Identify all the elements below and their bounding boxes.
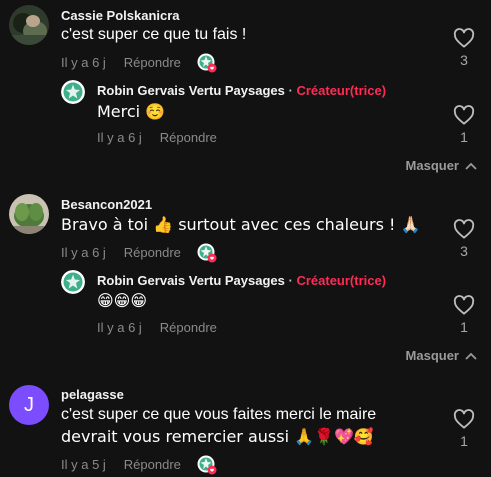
comment-time: Il y a 5 j — [61, 456, 106, 472]
heart-outline-icon — [453, 219, 475, 239]
reply-button[interactable]: Répondre — [124, 457, 181, 472]
like-button[interactable]: 1 — [451, 409, 477, 449]
reply-button[interactable]: Répondre — [160, 320, 217, 335]
reply-username-line: Robin Gervais Vertu Paysages · Créateur(… — [97, 83, 386, 98]
comment-username[interactable]: pelagasse — [61, 387, 124, 402]
reply-button[interactable]: Répondre — [124, 55, 181, 70]
comment-meta: Il y a 6 j Répondre — [61, 53, 217, 73]
reply-username-line: Robin Gervais Vertu Paysages · Créateur(… — [97, 273, 386, 288]
like-button[interactable]: 1 — [451, 105, 477, 145]
reply-meta: Il y a 6 j Répondre — [97, 130, 217, 145]
reply-username[interactable]: Robin Gervais Vertu Paysages — [97, 273, 285, 288]
comment-text-line2: devrait vous remercier aussi 🙏🌹💖🥰 — [61, 427, 374, 446]
like-count: 1 — [460, 319, 468, 335]
avatar[interactable] — [9, 5, 49, 45]
hide-label: Masquer — [405, 348, 459, 363]
creator-avatar[interactable] — [61, 80, 85, 104]
reply-time: Il y a 6 j — [97, 320, 142, 335]
reply-username[interactable]: Robin Gervais Vertu Paysages — [97, 83, 285, 98]
avatar[interactable] — [9, 194, 49, 234]
reply-button[interactable]: Répondre — [160, 130, 217, 145]
hide-replies-button[interactable]: Masquer — [406, 348, 477, 363]
like-count: 1 — [460, 129, 468, 145]
creator-avatar[interactable] — [61, 270, 85, 294]
comment-text-line1: c'est super ce que vous faites merci le … — [61, 406, 377, 423]
comment-text: Bravo à toi 👍 surtout avec ces chaleurs … — [61, 215, 421, 234]
creator-liked-avatar-icon — [197, 243, 217, 263]
comment-text: c'est super ce que tu fais ! — [61, 26, 247, 43]
separator-dot: · — [288, 273, 293, 288]
creator-liked-avatar-icon — [197, 53, 217, 73]
avatar[interactable]: J — [9, 385, 49, 425]
like-count: 1 — [460, 433, 468, 449]
comment-meta: Il y a 5 j Répondre — [61, 455, 217, 475]
hide-replies-button[interactable]: Masquer — [406, 158, 477, 173]
heart-outline-icon — [453, 409, 475, 429]
comment-username[interactable]: Besancon2021 — [61, 197, 152, 212]
creator-badge: Créateur(trice) — [296, 273, 387, 288]
like-count: 3 — [460, 52, 468, 68]
heart-outline-icon — [453, 295, 475, 315]
reply-button[interactable]: Répondre — [124, 245, 181, 260]
like-button[interactable]: 1 — [451, 295, 477, 335]
chevron-up-icon — [465, 162, 477, 169]
comment-meta: Il y a 6 j Répondre — [61, 243, 217, 263]
comment-time: Il y a 6 j — [61, 244, 106, 260]
comment-time: Il y a 6 j — [61, 54, 106, 70]
reply-text: 😁😁😁 — [97, 291, 148, 310]
like-button[interactable]: 3 — [451, 28, 477, 68]
creator-liked-avatar-icon — [197, 455, 217, 475]
reply-time: Il y a 6 j — [97, 130, 142, 145]
like-count: 3 — [460, 243, 468, 259]
creator-badge: Créateur(trice) — [296, 83, 387, 98]
separator-dot: · — [288, 83, 293, 98]
avatar-letter: J — [24, 393, 34, 416]
comment-username[interactable]: Cassie Polskanicra — [61, 8, 180, 23]
heart-outline-icon — [453, 105, 475, 125]
heart-outline-icon — [453, 28, 475, 48]
like-button[interactable]: 3 — [451, 219, 477, 259]
reply-text: Merci ☺️ — [97, 102, 166, 121]
hide-label: Masquer — [405, 158, 459, 173]
chevron-up-icon — [465, 352, 477, 359]
reply-meta: Il y a 6 j Répondre — [97, 320, 217, 335]
